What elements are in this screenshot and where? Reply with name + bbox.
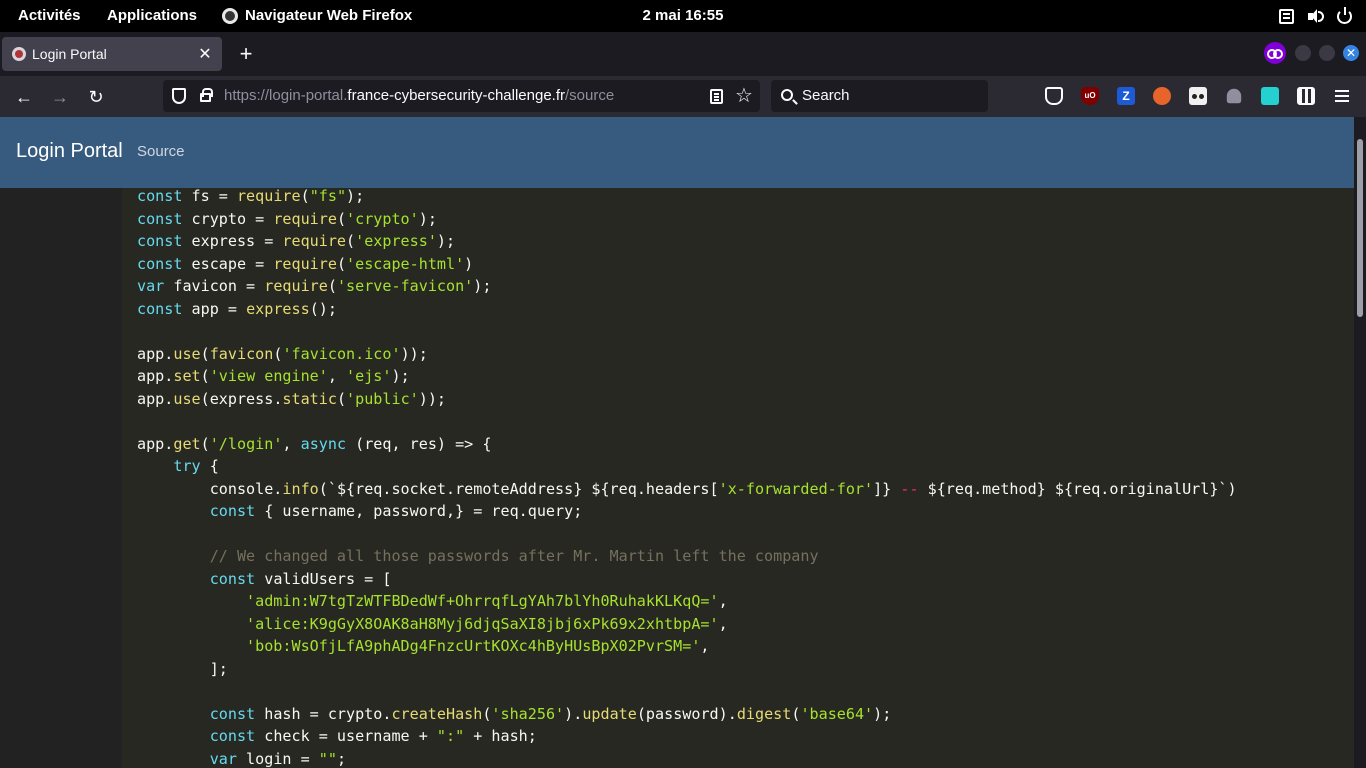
fox-extension-icon[interactable] bbox=[1153, 87, 1171, 105]
scroll-thumb[interactable] bbox=[1357, 139, 1363, 317]
code-line: console.info(`${req.socket.remoteAddress… bbox=[137, 479, 1237, 498]
code-line: var favicon = require('serve-favicon'); bbox=[137, 277, 492, 295]
brand-link[interactable]: Login Portal bbox=[16, 117, 123, 186]
code-line: app.use(favicon('favicon.ico')); bbox=[137, 344, 428, 363]
code-line: 'alice:K9gGyX8OAK8aH8Myj6djqSaXI8jbj6xPk… bbox=[246, 614, 728, 633]
maximize-button[interactable] bbox=[1319, 45, 1335, 61]
code-line: const validUsers = [ bbox=[209, 569, 392, 588]
zotero-icon[interactable]: Z bbox=[1117, 87, 1135, 105]
code-line: const { username, password,} = req.query… bbox=[209, 502, 583, 520]
search-placeholder: Search bbox=[802, 87, 850, 104]
search-icon bbox=[781, 89, 793, 101]
glasses-extension-icon[interactable] bbox=[1189, 87, 1207, 105]
code-line: var login = ""; bbox=[209, 749, 347, 768]
code-line: const fs = require("fs"); bbox=[137, 188, 365, 205]
qr-code-icon[interactable] bbox=[1297, 87, 1315, 105]
scrollbar[interactable] bbox=[1354, 117, 1366, 768]
code-line: const crypto = require('crypto'); bbox=[137, 209, 437, 228]
close-window-button[interactable]: ✕ bbox=[1343, 45, 1359, 61]
code-line: ]; bbox=[137, 659, 228, 678]
clock[interactable]: 2 mai 16:55 bbox=[0, 0, 1366, 32]
gnome-top-bar: Activités Applications Navigateur Web Fi… bbox=[0, 0, 1366, 32]
reload-button[interactable]: ↻ bbox=[83, 84, 109, 110]
code-line: const check = username + ":" + hash; bbox=[209, 727, 537, 745]
url-text[interactable]: https://login-portal.france-cybersecurit… bbox=[224, 80, 614, 112]
page-content: const fs = require("fs"); const crypto = … bbox=[0, 188, 1354, 768]
search-bar[interactable]: Search bbox=[771, 80, 988, 112]
url-domain: france-cybersecurity-challenge.fr bbox=[347, 87, 565, 104]
reader-view-icon[interactable] bbox=[710, 89, 723, 104]
system-tray[interactable] bbox=[1279, 0, 1352, 32]
code-line: app.get('/login', async (req, res) => { bbox=[137, 434, 492, 453]
navigation-toolbar: ← → ↻ https://login-portal.france-cybers… bbox=[0, 76, 1366, 117]
close-tab-icon[interactable]: ✕ bbox=[196, 44, 214, 64]
forward-button[interactable]: → bbox=[47, 84, 73, 110]
save-extension-icon[interactable] bbox=[1261, 87, 1279, 105]
code-line: const express = require('express'); bbox=[137, 232, 456, 250]
code-line: 'admin:W7tgTzWTFBDedWf+OhrrqfLgYAh7blYh0… bbox=[246, 592, 728, 610]
ublock-origin-icon[interactable]: uO bbox=[1081, 87, 1099, 105]
code-line: app.use(express.static('public')); bbox=[137, 389, 447, 408]
url-path: /source bbox=[565, 87, 615, 104]
hamburger-menu-icon[interactable] bbox=[1333, 87, 1351, 105]
code-line: // We changed all those passwords after … bbox=[209, 547, 819, 565]
code-line: const app = express(); bbox=[137, 299, 337, 318]
tab-strip: Login Portal ✕ + ✕ bbox=[0, 32, 1366, 76]
code-line: const escape = require('escape-html') bbox=[137, 254, 474, 273]
code-line: app.set('view engine', 'ejs'); bbox=[137, 367, 410, 385]
code-line: const hash = crypto.createHash('sha256')… bbox=[209, 704, 892, 723]
tab-title: Login Portal bbox=[32, 46, 107, 62]
url-scheme: https://login-portal. bbox=[224, 87, 348, 104]
lock-icon[interactable] bbox=[200, 88, 213, 102]
code-line: try { bbox=[173, 457, 219, 475]
pocket-icon[interactable] bbox=[1045, 87, 1063, 105]
nav-link-source[interactable]: Source bbox=[137, 117, 185, 186]
tab-login-portal[interactable]: Login Portal ✕ bbox=[2, 37, 222, 71]
extension-icon[interactable] bbox=[1226, 88, 1242, 104]
source-code: const fs = require("fs"); const crypto = … bbox=[137, 188, 1237, 768]
code-line: 'bob:WsOfjLfA9phADg4FnzcUrtKOXc4hByHUsBp… bbox=[246, 637, 710, 655]
tracking-shield-icon[interactable] bbox=[172, 88, 186, 104]
private-browsing-icon bbox=[1264, 42, 1286, 64]
url-bar[interactable]: https://login-portal.france-cybersecurit… bbox=[163, 80, 760, 112]
minimize-button[interactable] bbox=[1295, 45, 1311, 61]
favicon-icon bbox=[12, 47, 26, 61]
power-icon[interactable] bbox=[1337, 6, 1352, 24]
volume-icon[interactable] bbox=[1308, 8, 1324, 24]
bookmark-star-icon[interactable]: ☆ bbox=[735, 83, 753, 109]
keyboard-icon[interactable] bbox=[1279, 8, 1294, 24]
back-button[interactable]: ← bbox=[11, 84, 37, 110]
site-navbar: Login Portal Source bbox=[0, 117, 1354, 188]
new-tab-button[interactable]: + bbox=[233, 40, 259, 68]
